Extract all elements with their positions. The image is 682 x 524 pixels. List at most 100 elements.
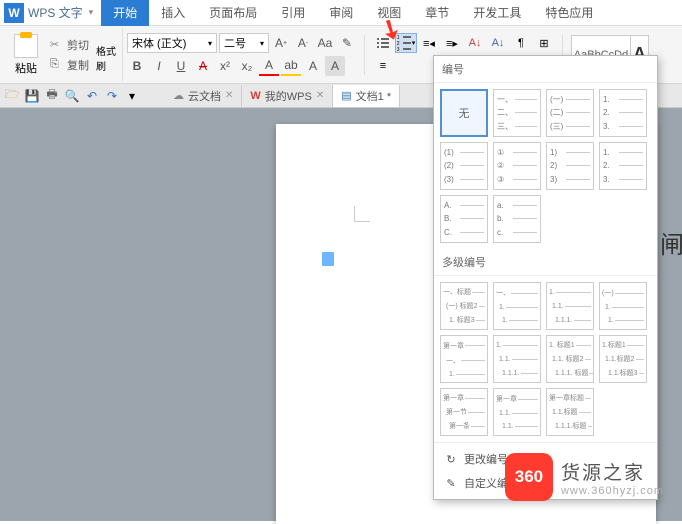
multilevel-opt[interactable]: 一、标题(一) 标题21. 标题3 [440,282,488,330]
tab-mywps-label: 我的WPS [265,88,312,104]
numbering-opt[interactable]: A.B.C. [440,195,488,243]
margin-marker [354,206,370,222]
numbering-header: 编号 [434,56,657,83]
menu-special[interactable]: 特色应用 [533,0,605,26]
title-bar: W WPS 文字 ▾ 开始 插入 页面布局 引用 审阅 视图 章节 开发工具 特… [0,0,682,26]
cut-button[interactable]: ✂剪切 [47,36,92,54]
multilevel-opt[interactable]: 第一章1.1.1.1. [493,388,541,436]
borders-button[interactable]: ⊞ [533,33,555,53]
numbering-opt[interactable]: 1)2)3) [546,142,594,190]
refresh-icon: ↻ [444,452,458,466]
show-marks-button[interactable]: ¶ [510,33,532,53]
app-menu-dropdown[interactable]: ▾ [89,7,94,18]
redo-icon[interactable]: ↷ [104,88,120,104]
undo-icon[interactable]: ↶ [84,88,100,104]
highlight-button[interactable]: ab [281,56,301,76]
doc-icon: ▤ [341,89,351,102]
scissors-icon: ✂ [50,38,64,52]
paste-button[interactable]: 粘贴 [8,32,44,78]
char-preview: 闸 [660,225,678,260]
font-size-value: 二号 [224,35,246,51]
open-icon[interactable]: 🗁 [4,88,20,104]
tab-doc1-label: 文档1 * [356,88,391,104]
paste-icon [14,34,38,58]
multilevel-opt[interactable]: 1.1.1.1.1.1. [493,335,541,383]
tab-cloud-label: 云文档 [188,88,221,104]
align-left-button[interactable]: ≡ [372,56,394,76]
watermark: 360 货源之家 www.360hyzj.com [505,453,664,501]
numbering-button[interactable]: ➘ 123 ▾ [395,33,417,53]
tab-mywps[interactable]: W 我的WPS ✕ [242,85,333,107]
cloud-icon: ☁ [173,89,184,102]
format-painter-label: 格式刷 [96,43,118,73]
strikethrough-button[interactable]: A [193,56,213,76]
subscript-button[interactable]: x₂ [237,56,257,76]
menu-reference[interactable]: 引用 [269,0,317,26]
close-icon[interactable]: ✕ [225,90,233,101]
sort-button[interactable]: A↓ [464,33,486,53]
watermark-title: 货源之家 [561,458,664,485]
font-name-select[interactable]: 宋体 (正文)▾ [127,33,217,53]
app-name: WPS 文字 [28,4,83,21]
format-painter-button[interactable]: 格式刷 [96,41,118,69]
multilevel-opt[interactable]: 1.标题11.1.标题21.1.标题3 [599,335,647,383]
simple-numbering-grid: 无 一、二、三、 (一)(二)(三) 1.2.3. (1)(2)(3) ①②③ … [434,83,657,249]
menu-dev[interactable]: 开发工具 [461,0,533,26]
multilevel-opt[interactable]: 1.1.1.1.1.1. [546,282,594,330]
menu-start[interactable]: 开始 [101,0,149,26]
multilevel-opt[interactable]: 第一章标题1.1.标题1.1.1.标题 [546,388,594,436]
close-icon[interactable]: ✕ [316,90,324,101]
numbering-opt[interactable]: 1.2.3. [599,89,647,137]
multilevel-opt[interactable]: 第一章一、1. [440,335,488,383]
multilevel-opt[interactable]: 第一章第一节第一条 [440,388,488,436]
multilevel-opt[interactable]: 一、1.1. [493,282,541,330]
app-logo: W [4,3,24,23]
preview-icon[interactable]: 🔍 [64,88,80,104]
font-group: 宋体 (正文)▾ 二号▾ A+ A- Aa ✎ B I U A x² x₂ A … [123,33,361,76]
pencil-icon: ✎ [444,476,458,490]
change-case-button[interactable]: Aa [315,33,335,53]
more-icon[interactable]: ▾ [124,88,140,104]
tab-cloud[interactable]: ☁ 云文档 ✕ [165,85,242,107]
bold-button[interactable]: B [127,56,147,76]
save-icon[interactable]: 💾 [24,88,40,104]
numbering-opt[interactable]: ①②③ [493,142,541,190]
char-border-button[interactable]: A [303,56,323,76]
font-name-value: 宋体 (正文) [132,35,186,51]
numbering-opt[interactable]: 一、二、三、 [493,89,541,137]
print-icon[interactable]: 🖶 [44,88,60,104]
multilevel-grid: 一、标题(一) 标题21. 标题3一、1.1.1.1.1.1.1.1.(一)1.… [434,276,657,442]
font-size-select[interactable]: 二号▾ [219,33,269,53]
menu-review[interactable]: 审阅 [317,0,365,26]
font-color-button[interactable]: A [259,56,279,76]
multilevel-opt[interactable]: (一)1.1. [599,282,647,330]
menu-chapter[interactable]: 章节 [413,0,461,26]
sort-button-2[interactable]: A↓ [487,33,509,53]
grow-font-button[interactable]: A+ [271,33,291,53]
numbering-opt[interactable]: (一)(二)(三) [546,89,594,137]
numbering-opt[interactable]: (1)(2)(3) [440,142,488,190]
multilevel-opt[interactable]: 1. 标题11.1. 标题21.1.1. 标题 [546,335,594,383]
underline-button[interactable]: U [171,56,191,76]
shrink-font-button[interactable]: A- [293,33,313,53]
numbering-opt[interactable]: a.b.c. [493,195,541,243]
decrease-indent-button[interactable]: ≡◂ [418,33,440,53]
tab-doc1[interactable]: ▤ 文档1 * [333,85,400,107]
increase-indent-button[interactable]: ≡▸ [441,33,463,53]
clear-format-button[interactable]: ✎ [337,33,357,53]
wps-icon: W [250,90,260,102]
italic-button[interactable]: I [149,56,169,76]
numbering-none[interactable]: 无 [440,89,488,137]
page-doc-icon [322,252,334,266]
copy-label: 复制 [67,57,89,73]
watermark-url: www.360hyzj.com [561,485,664,497]
menu-layout[interactable]: 页面布局 [197,0,269,26]
clipboard-group: 粘贴 ✂剪切 ⎘复制 格式刷 [4,28,123,81]
char-shading-button[interactable]: A [325,56,345,76]
copy-button[interactable]: ⎘复制 [47,56,92,74]
numbering-opt[interactable]: 1.2.3. [599,142,647,190]
watermark-logo: 360 [505,453,553,501]
menu-insert[interactable]: 插入 [149,0,197,26]
superscript-button[interactable]: x² [215,56,235,76]
multilevel-header: 多级编号 [434,249,657,276]
